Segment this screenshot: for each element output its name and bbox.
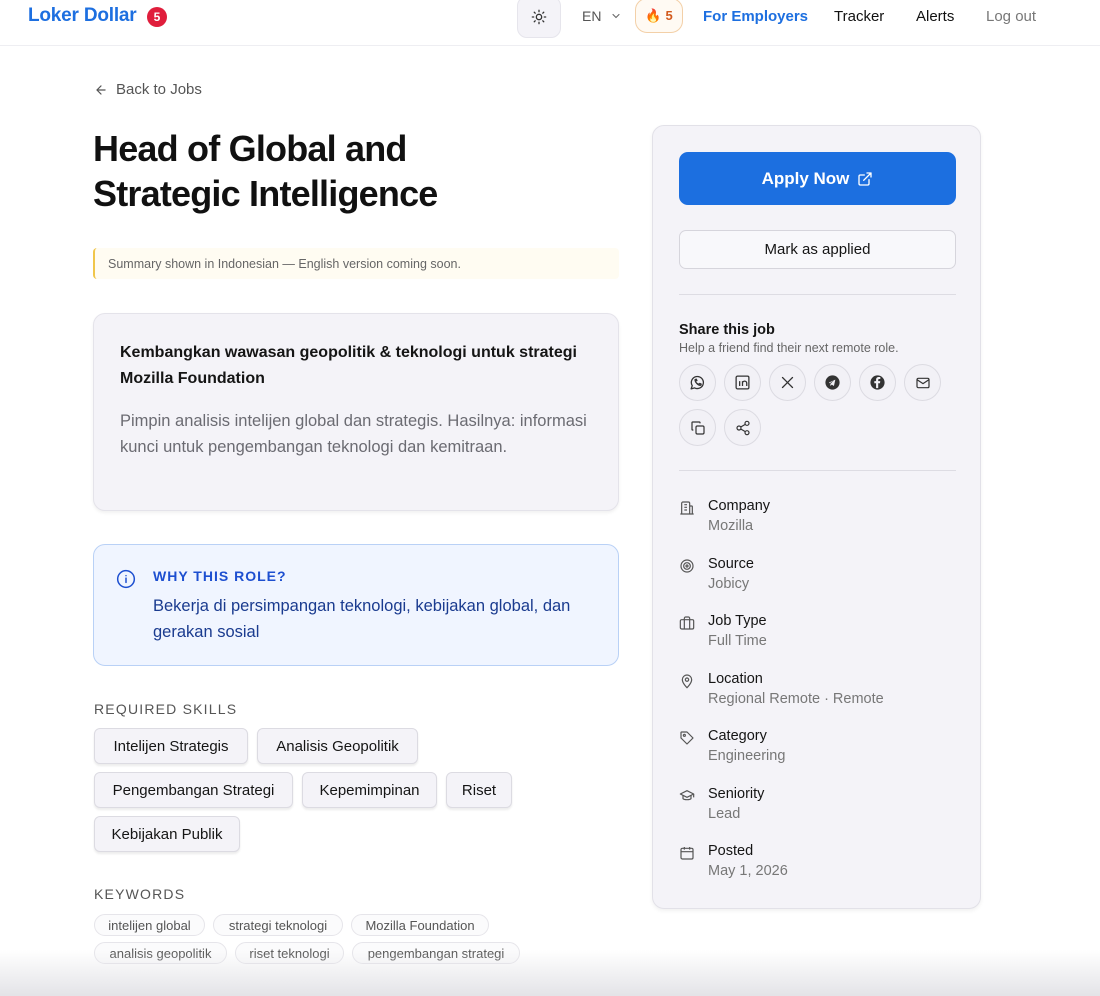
meta-label: Location: [708, 671, 763, 687]
share-telegram-button[interactable]: [814, 364, 851, 401]
keyword-tag: intelijen global: [94, 914, 205, 936]
meta-label: Seniority: [708, 786, 765, 802]
share-title: Share this job: [679, 322, 775, 338]
language-value: EN: [582, 8, 602, 24]
nav-tracker[interactable]: Tracker: [834, 8, 884, 25]
brand-logo[interactable]: Loker Dollar: [28, 5, 137, 27]
required-skills-label: REQUIRED SKILLS: [94, 701, 238, 717]
arrow-left-icon: [96, 84, 106, 95]
meta-value: Mozilla: [708, 518, 754, 534]
share-more-button[interactable]: [724, 409, 761, 446]
meta-value: Jobicy: [708, 576, 750, 592]
linkedin-icon: [735, 375, 750, 390]
mark-as-applied-button[interactable]: Mark as applied: [679, 230, 956, 269]
meta-source: Source Jobicy: [679, 556, 956, 600]
skill-chip: Analisis Geopolitik: [257, 728, 418, 764]
meta-value: Regional Remote · Remote: [708, 691, 884, 707]
top-navigation-bar: Loker Dollar 5 EN 🔥 5 For Employers Trac…: [0, 0, 1100, 46]
keywords-label: KEYWORDS: [94, 886, 186, 902]
skill-chip: Intelijen Strategis: [94, 728, 248, 764]
info-icon: [116, 569, 136, 589]
facebook-icon: [870, 375, 885, 390]
why-this-role-text: Bekerja di persimpangan teknologi, kebij…: [153, 597, 571, 641]
meta-job-type: Job Type Full Time: [679, 613, 956, 657]
nav-alerts[interactable]: Alerts: [916, 8, 954, 25]
meta-seniority: Seniority Lead: [679, 786, 956, 830]
meta-label: Source: [708, 556, 754, 572]
skill-chip: Kebijakan Publik: [94, 816, 240, 852]
sun-icon: [531, 9, 547, 25]
copy-link-button[interactable]: [679, 409, 716, 446]
x-icon: [781, 376, 794, 389]
sidebar-divider: [679, 294, 956, 295]
why-this-role-label: WHY THIS ROLE?: [153, 568, 287, 584]
map-pin-icon: [681, 674, 693, 689]
share-linkedin-button[interactable]: [724, 364, 761, 401]
share-subtitle: Help a friend find their next remote rol…: [679, 341, 899, 355]
notification-count-badge: 5: [147, 7, 167, 27]
meta-label: Category: [708, 728, 767, 744]
whatsapp-icon: [690, 375, 705, 390]
meta-value: Full Time: [708, 633, 767, 649]
meta-label: Job Type: [708, 613, 767, 629]
keyword-tag: strategi teknologi: [213, 914, 343, 936]
chevron-down-icon: [612, 13, 621, 19]
target-icon: [680, 559, 694, 573]
skill-chip: Kepemimpinan: [302, 772, 437, 808]
meta-label: Posted: [708, 843, 754, 859]
meta-company: Company Mozilla: [679, 498, 956, 542]
meta-category: Category Engineering: [679, 728, 956, 772]
fire-icon: 🔥: [645, 7, 662, 23]
streak-badge[interactable]: 🔥 5: [635, 0, 683, 33]
meta-label: Company: [708, 498, 771, 514]
building-icon: [680, 501, 694, 515]
theme-toggle-button[interactable]: [517, 0, 561, 38]
copy-icon: [690, 420, 705, 435]
job-title: Head of Global and Strategic Intelligenc…: [93, 128, 438, 214]
email-icon: [915, 377, 930, 388]
why-this-role-card: WHY THIS ROLE? Bekerja di persimpangan t…: [93, 544, 619, 666]
share-icon: [735, 420, 750, 435]
language-selector[interactable]: EN: [582, 8, 622, 24]
briefcase-icon: [679, 616, 695, 630]
job-sidebar: Apply Now Mark as applied Share this job…: [652, 125, 981, 909]
calendar-icon: [680, 847, 694, 860]
job-summary-card: Kembangkan wawasan geopolitik & teknolog…: [93, 313, 619, 511]
nav-for-employers[interactable]: For Employers: [703, 8, 808, 25]
telegram-icon: [825, 375, 840, 390]
tag-icon: [680, 731, 694, 745]
summary-body: Pimpin analisis intelijen global dan str…: [120, 412, 587, 456]
summary-heading: Kembangkan wawasan geopolitik & teknolog…: [120, 344, 577, 387]
share-facebook-button[interactable]: [859, 364, 896, 401]
language-notice: Summary shown in Indonesian — English ve…: [93, 248, 619, 279]
back-to-jobs-link[interactable]: Back to Jobs: [94, 81, 202, 98]
external-link-icon: [858, 171, 873, 186]
meta-posted: Posted May 1, 2026: [679, 843, 956, 887]
meta-value: Engineering: [708, 748, 786, 764]
streak-count: 5: [665, 8, 673, 23]
back-label: Back to Jobs: [116, 81, 202, 98]
meta-location: Location Regional Remote · Remote: [679, 671, 956, 715]
skill-chip: Pengembangan Strategi: [94, 772, 293, 808]
apply-now-label: Apply Now: [761, 168, 850, 188]
meta-value: May 1, 2026: [708, 863, 788, 879]
graduation-cap-icon: [679, 790, 695, 801]
bottom-fade-overlay: [0, 950, 1100, 996]
share-whatsapp-button[interactable]: [679, 364, 716, 401]
apply-now-button[interactable]: Apply Now: [679, 152, 956, 205]
meta-value: Lead: [708, 806, 741, 822]
share-x-button[interactable]: [769, 364, 806, 401]
share-email-button[interactable]: [904, 364, 941, 401]
skill-chip: Riset: [446, 772, 512, 808]
sidebar-divider: [679, 470, 956, 471]
nav-log-out[interactable]: Log out: [986, 8, 1036, 25]
keyword-tag: Mozilla Foundation: [351, 914, 489, 936]
